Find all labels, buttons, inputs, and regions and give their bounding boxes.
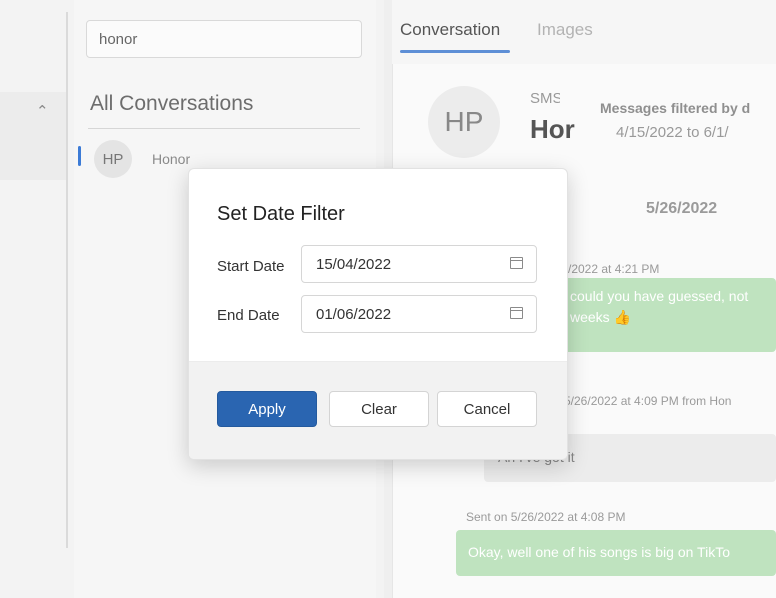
tab-images[interactable]: Images (537, 20, 593, 40)
message-text: weeks 👍 (570, 309, 632, 325)
start-date-field[interactable]: 15/04/2022 (301, 245, 537, 283)
calendar-icon[interactable] (510, 307, 523, 319)
list-title-divider (88, 128, 360, 129)
end-date-field[interactable]: 01/06/2022 (301, 295, 537, 333)
contact-protocol: SMS/il (530, 90, 560, 107)
start-date-label: Start Date (217, 258, 285, 275)
clear-button[interactable]: Clear (329, 391, 429, 427)
message-bubble[interactable]: could you have guessed, not weeks 👍 (548, 278, 776, 352)
search-input[interactable] (86, 20, 362, 58)
end-date-value: 01/06/2022 (316, 306, 392, 323)
chevron-up-icon[interactable]: ⌃ (36, 102, 49, 120)
active-tab-indicator (400, 50, 510, 53)
contact-name: Hor (530, 114, 575, 144)
rail-selected-row[interactable] (0, 92, 66, 180)
dialog-title: Set Date Filter (217, 203, 345, 225)
message-meta: Sent on 5/26/2022 at 4:08 PM (466, 510, 626, 524)
message-text: could you have guessed, not (570, 288, 749, 304)
end-date-label: End Date (217, 307, 280, 324)
filter-range: 4/15/2022 to 6/1/ (616, 124, 729, 141)
calendar-icon[interactable] (510, 257, 523, 269)
message-meta: 5/26/2022 at 4:09 PM from Hon (564, 394, 732, 408)
filter-notice: Messages filtered by d (600, 100, 751, 116)
left-rail (0, 0, 66, 598)
avatar: HP (94, 140, 132, 178)
date-header: 5/26/2022 (646, 200, 718, 217)
apply-button[interactable]: Apply (217, 391, 317, 427)
selection-indicator (78, 146, 81, 166)
tab-conversation[interactable]: Conversation (400, 20, 500, 40)
conversation-name: Honor (152, 151, 191, 167)
message-bubble[interactable]: Okay, well one of his songs is big on Ti… (456, 530, 776, 576)
start-date-value: 15/04/2022 (316, 256, 392, 273)
date-filter-dialog: Set Date Filter Start Date 15/04/2022 En… (188, 168, 568, 460)
cancel-button[interactable]: Cancel (437, 391, 537, 427)
contact-avatar: HP (428, 86, 500, 158)
rail-divider (66, 12, 68, 548)
message-meta: /2022 at 4:21 PM (568, 262, 660, 276)
message-text: Okay, well one of his songs is big on Ti… (468, 544, 730, 560)
list-title: All Conversations (90, 92, 254, 115)
